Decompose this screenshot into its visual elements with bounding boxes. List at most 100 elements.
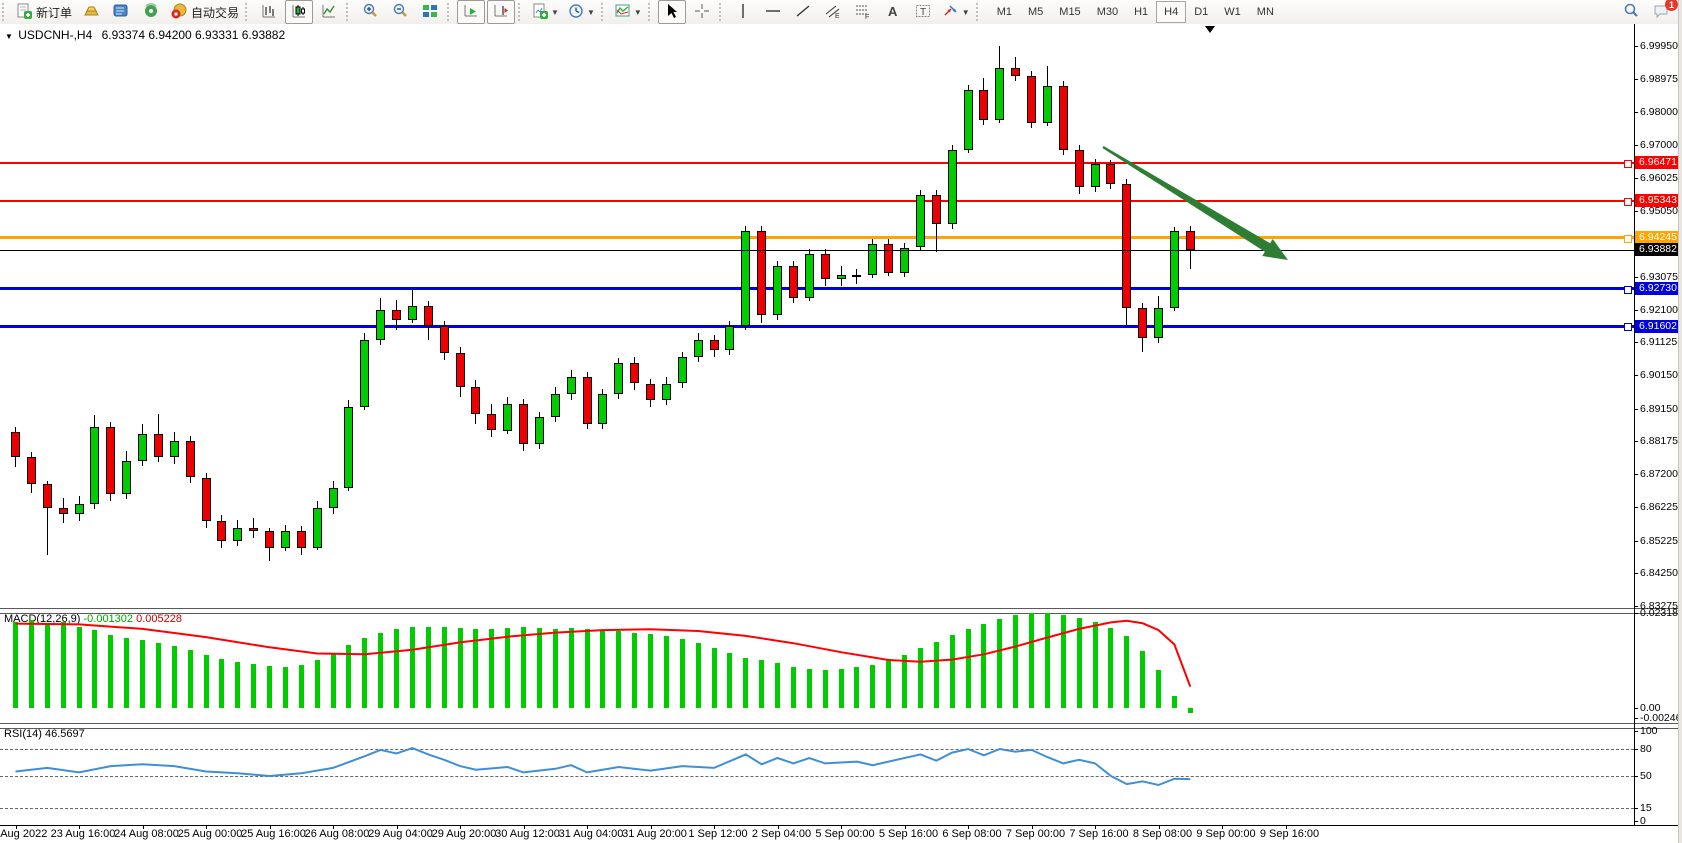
auto-trading-label: 自动交易	[191, 4, 239, 21]
candle-body	[90, 427, 99, 504]
line-chart-button[interactable]	[315, 0, 343, 24]
indicators-button[interactable]: ▼	[611, 0, 645, 24]
candle-body	[11, 432, 20, 457]
toolbar-grip[interactable]	[976, 3, 983, 21]
search-icon	[1622, 2, 1640, 23]
candle-body	[1186, 231, 1195, 249]
candlestick-chart-button[interactable]	[285, 0, 313, 24]
trendline-tool-button[interactable]	[789, 0, 817, 24]
toolbar-grip[interactable]	[601, 3, 608, 21]
toolbar-grip[interactable]	[648, 3, 655, 21]
chart-shift-button[interactable]	[487, 0, 515, 24]
bid-price-label: 6.93882	[1635, 243, 1681, 256]
toolbar-grip[interactable]	[719, 3, 726, 21]
text-label-tool-button[interactable]: T	[909, 0, 937, 24]
time-axis-tick	[16, 825, 17, 829]
arrows-tool-button[interactable]: ▼	[939, 0, 973, 24]
macd-histogram-bar	[839, 669, 844, 708]
toolbar-grip[interactable]	[245, 3, 252, 21]
vertical-line-tool-button[interactable]	[729, 0, 757, 24]
candle-body	[344, 407, 353, 488]
timeframe-button-M1[interactable]: M1	[989, 1, 1020, 23]
price-level-handle[interactable]	[1624, 198, 1632, 206]
svg-text:A: A	[888, 4, 898, 19]
candle-body	[249, 528, 258, 531]
macd-histogram-bar	[172, 646, 177, 708]
macd-histogram-bar	[473, 629, 478, 708]
notifications-button[interactable]: 1	[1647, 0, 1675, 24]
time-axis-tick	[1286, 825, 1287, 829]
auto-scroll-button[interactable]	[457, 0, 485, 24]
new-chart-button[interactable]: ▼	[528, 0, 562, 24]
text-tool-button[interactable]: A	[879, 0, 907, 24]
price-level-line[interactable]	[0, 236, 1634, 239]
chart-area[interactable]: ▼ USDCNH-,H4 6.93374 6.94200 6.93331 6.9…	[0, 24, 1682, 843]
price-level-line[interactable]	[0, 325, 1634, 328]
market-watch-icon	[112, 2, 130, 23]
timeframe-button-H1[interactable]: H1	[1126, 1, 1156, 23]
macd-histogram-bar	[950, 635, 955, 708]
candle-body	[805, 254, 814, 298]
timeframe-button-H4[interactable]: H4	[1156, 1, 1186, 23]
equidistant-channel-tool-button[interactable]: E	[819, 0, 847, 24]
zoom-out-button[interactable]	[386, 0, 414, 24]
price-axis-label: 6.99950	[1640, 40, 1682, 52]
timeframe-button-M30[interactable]: M30	[1089, 1, 1126, 23]
price-level-line[interactable]	[0, 162, 1634, 164]
price-tick	[1634, 112, 1638, 113]
profiles-button[interactable]: ▼	[564, 0, 598, 24]
price-level-handle[interactable]	[1624, 286, 1632, 294]
macd-histogram-bar	[489, 629, 494, 708]
macd-histogram-bar	[696, 643, 701, 708]
candle-body	[376, 310, 385, 340]
price-level-line[interactable]	[0, 287, 1634, 290]
toolbar-grip[interactable]	[2, 3, 9, 21]
rsi-axis-label: 15	[1640, 802, 1682, 814]
cursor-button[interactable]	[658, 0, 686, 24]
vertical-line-icon	[734, 2, 752, 23]
macd-histogram-bar	[1124, 636, 1129, 708]
deposit-button[interactable]	[77, 0, 105, 24]
new-order-label: 新订单	[36, 4, 72, 21]
candle-body	[535, 417, 544, 444]
timeframe-button-M5[interactable]: M5	[1020, 1, 1051, 23]
macd-histogram-bar	[823, 670, 828, 708]
macd-histogram-bar	[680, 639, 685, 708]
price-level-label: 6.91602	[1635, 320, 1681, 333]
tile-windows-button[interactable]	[416, 0, 444, 24]
price-tick	[1634, 409, 1638, 410]
macd-histogram-bar	[934, 642, 939, 708]
auto-trading-button[interactable]: 自动交易	[167, 0, 242, 24]
price-level-handle[interactable]	[1624, 160, 1632, 168]
timeframe-button-D1[interactable]: D1	[1186, 1, 1216, 23]
time-axis-tick	[841, 825, 842, 829]
toolbar-grip[interactable]	[518, 3, 525, 21]
macd-tick	[1634, 708, 1638, 709]
macd-histogram-bar	[521, 627, 526, 708]
toolbar-grip[interactable]	[346, 3, 353, 21]
macd-histogram-bar	[600, 630, 605, 708]
candle-body	[202, 478, 211, 522]
market-watch-button[interactable]	[107, 0, 135, 24]
search-button[interactable]	[1617, 0, 1645, 24]
time-axis-tick	[143, 825, 144, 829]
new-order-button[interactable]: 新订单	[12, 0, 75, 24]
fibonacci-tool-button[interactable]: F	[849, 0, 877, 24]
svg-text:E: E	[835, 13, 840, 20]
timeframe-button-M15[interactable]: M15	[1051, 1, 1088, 23]
auto-scroll-icon	[462, 2, 480, 23]
price-level-line[interactable]	[0, 200, 1634, 202]
zoom-in-button[interactable]	[356, 0, 384, 24]
signals-button[interactable]	[137, 0, 165, 24]
price-axis-label: 6.88175	[1640, 435, 1682, 447]
crosshair-button[interactable]	[688, 0, 716, 24]
price-level-handle[interactable]	[1624, 323, 1632, 331]
toolbar-grip[interactable]	[447, 3, 454, 21]
timeframe-button-MN[interactable]: MN	[1249, 1, 1282, 23]
price-level-handle[interactable]	[1624, 235, 1632, 243]
candle-body	[27, 457, 36, 484]
candle-body	[440, 326, 449, 353]
bar-chart-button[interactable]	[255, 0, 283, 24]
timeframe-button-W1[interactable]: W1	[1216, 1, 1249, 23]
horizontal-line-tool-button[interactable]	[759, 0, 787, 24]
